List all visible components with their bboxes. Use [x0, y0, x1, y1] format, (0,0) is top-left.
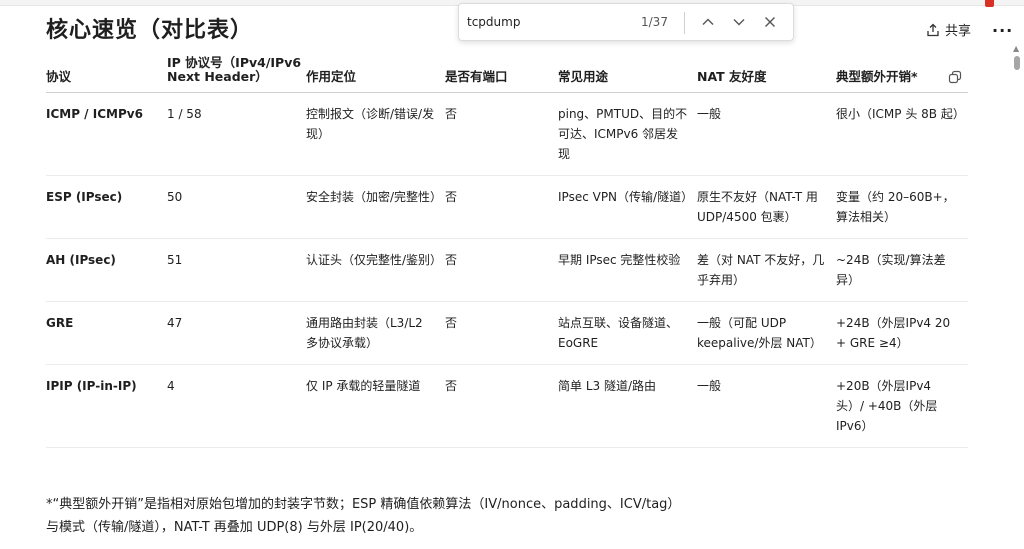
- table-footnote: *“典型额外开销”是指相对原始包增加的封装字节数；ESP 精确值依赖算法（IV/…: [46, 497, 681, 535]
- table-cell-protocol: ICMP / ICMPv6: [46, 92, 167, 176]
- column-header: 作用定位: [306, 56, 445, 93]
- find-match-count: 1/37: [641, 15, 668, 29]
- share-label: 共享: [945, 24, 972, 39]
- scrollbar-thumb[interactable]: [1014, 56, 1020, 70]
- table-cell: 安全封装（加密/完整性）: [306, 175, 445, 239]
- table-cell: 50: [167, 175, 306, 239]
- column-header: 典型额外开销*: [836, 56, 968, 93]
- column-header-label: 典型额外开销*: [836, 69, 918, 84]
- table-row: GRE 47 通用路由封装（L3/L2 多协议承载） 否 站点互联、设备隧道、E…: [46, 301, 968, 365]
- close-icon: [765, 17, 775, 27]
- table-cell: 简单 L3 隧道/路由: [558, 364, 697, 448]
- table-cell: IPsec VPN（传输/隧道）: [558, 175, 697, 239]
- table-cell: 很小（ICMP 头 8B 起）: [836, 92, 968, 176]
- table-cell: +20B（外层IPv4 头）/ +40B（外层IPv6）: [836, 364, 968, 448]
- column-header: 常见用途: [558, 56, 697, 93]
- table-row: AH (IPsec) 51 认证头（仅完整性/鉴别） 否 早期 IPsec 完整…: [46, 238, 968, 302]
- table-cell: 仅 IP 承载的轻量隧道: [306, 364, 445, 448]
- chevron-up-icon: [702, 18, 714, 25]
- window-corner-mark: [985, 0, 994, 7]
- table-cell: 否: [445, 301, 558, 365]
- find-divider: [684, 12, 685, 34]
- column-header: 协议: [46, 56, 167, 93]
- table-row: ICMP / ICMPv6 1 / 58 控制报文（诊断/错误/发现） 否 pi…: [46, 92, 968, 176]
- table-cell: ping、PMTUD、目的不可达、ICMPv6 邻居发现: [558, 92, 697, 176]
- table-cell: 否: [445, 364, 558, 448]
- table-cell: 一般: [697, 364, 836, 448]
- table-cell: 否: [445, 92, 558, 176]
- table-cell: 原生不友好（NAT-T 用 UDP/4500 包裹）: [697, 175, 836, 239]
- page-title: 核心速览（对比表）: [46, 18, 254, 43]
- table-cell: 变量（约 20–60B+，算法相关）: [836, 175, 968, 239]
- scroll-up-arrow-icon[interactable]: ▲: [1013, 44, 1019, 53]
- table-cell: 47: [167, 301, 306, 365]
- table-cell: ~24B（实现/算法差异）: [836, 238, 968, 302]
- table-header-row: 协议 IP 协议号（IPv4/IPv6 Next Header） 作用定位 是否…: [46, 56, 968, 93]
- table-cell: 认证头（仅完整性/鉴别）: [306, 238, 445, 302]
- scrollbar[interactable]: ▲: [1010, 44, 1024, 549]
- table-cell: +24B（外层IPv4 20 + GRE ≥4）: [836, 301, 968, 365]
- table-cell: 一般（可配 UDP keepalive/外层 NAT）: [697, 301, 836, 365]
- table-cell: 通用路由封装（L3/L2 多协议承载）: [306, 301, 445, 365]
- find-next-button[interactable]: [728, 11, 750, 33]
- table-cell-protocol: IPIP (IP-in-IP): [46, 364, 167, 448]
- find-input[interactable]: [467, 12, 637, 32]
- table-cell: 4: [167, 364, 306, 448]
- column-header: IP 协议号（IPv4/IPv6 Next Header）: [167, 56, 306, 93]
- find-bar: 1/37: [458, 3, 794, 41]
- table-cell: 否: [445, 238, 558, 302]
- table-cell: 站点互联、设备隧道、EoGRE: [558, 301, 697, 365]
- comparison-table: 协议 IP 协议号（IPv4/IPv6 Next Header） 作用定位 是否…: [46, 56, 968, 448]
- table-cell-protocol: ESP (IPsec): [46, 175, 167, 239]
- share-icon: [927, 23, 939, 36]
- table-cell: 一般: [697, 92, 836, 176]
- table-row: IPIP (IP-in-IP) 4 仅 IP 承载的轻量隧道 否 简单 L3 隧…: [46, 364, 968, 448]
- share-button[interactable]: 共享: [926, 20, 971, 39]
- table-cell: 早期 IPsec 完整性校验: [558, 238, 697, 302]
- chevron-down-icon: [733, 19, 745, 26]
- column-header: 是否有端口: [445, 56, 558, 93]
- find-previous-button[interactable]: [697, 11, 719, 33]
- table-cell: 控制报文（诊断/错误/发现）: [306, 92, 445, 176]
- table-row: ESP (IPsec) 50 安全封装（加密/完整性） 否 IPsec VPN（…: [46, 175, 968, 239]
- table-cell: 1 / 58: [167, 92, 306, 176]
- table-cell-protocol: AH (IPsec): [46, 238, 167, 302]
- column-header: NAT 友好度: [697, 56, 836, 93]
- table-cell: 否: [445, 175, 558, 239]
- copy-icon[interactable]: [948, 70, 962, 84]
- table-cell: 51: [167, 238, 306, 302]
- find-close-button[interactable]: [759, 11, 781, 33]
- table-cell-protocol: GRE: [46, 301, 167, 365]
- more-options-button[interactable]: ···: [992, 21, 1013, 40]
- table-cell: 差（对 NAT 不友好，几乎弃用）: [697, 238, 836, 302]
